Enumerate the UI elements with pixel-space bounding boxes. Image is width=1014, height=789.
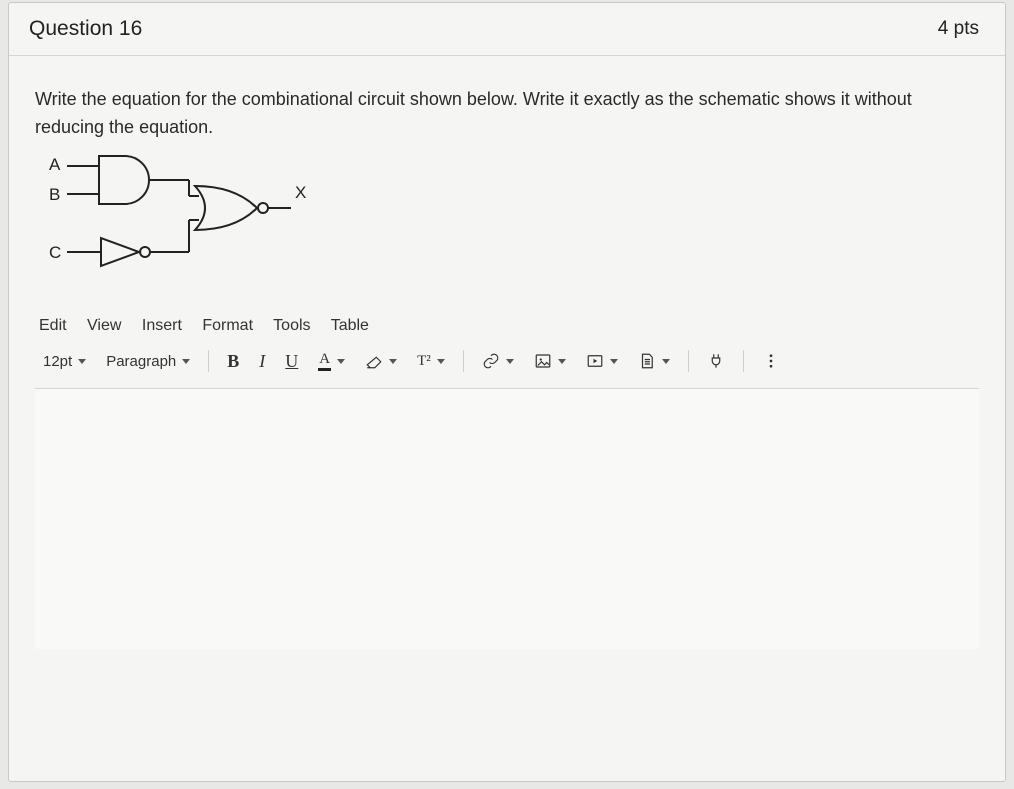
apps-button[interactable] [703, 350, 729, 372]
label-c: C [49, 243, 61, 262]
label-b: B [49, 185, 60, 204]
circuit-diagram: A B C [39, 150, 979, 285]
chevron-down-icon [78, 359, 86, 364]
media-button[interactable] [582, 350, 622, 372]
toolbar-separator [743, 350, 744, 372]
text-color-button[interactable]: A [314, 349, 349, 373]
prompt-line-2: reducing the equation. [35, 117, 213, 137]
chevron-down-icon [337, 359, 345, 364]
prompt-line-1: Write the equation for the combinational… [35, 89, 912, 109]
media-icon [586, 352, 604, 370]
bold-button[interactable]: B [223, 349, 243, 374]
document-button[interactable] [634, 350, 674, 372]
kebab-icon [762, 352, 780, 370]
label-a: A [49, 155, 61, 174]
text-color-label: A [318, 351, 331, 371]
superscript-label: T² [417, 353, 431, 370]
editor-menubar: Edit View Insert Format Tools Table [35, 315, 979, 345]
menu-edit[interactable]: Edit [39, 317, 67, 334]
question-points: 4 pts [938, 18, 979, 40]
chevron-down-icon [389, 359, 397, 364]
menu-format[interactable]: Format [202, 317, 253, 334]
image-button[interactable] [530, 350, 570, 372]
question-header: Question 16 4 pts [9, 3, 1005, 56]
image-icon [534, 352, 552, 370]
question-title: Question 16 [29, 17, 142, 41]
question-card: Question 16 4 pts Write the equation for… [8, 2, 1006, 782]
menu-table[interactable]: Table [331, 317, 369, 334]
more-button[interactable] [758, 350, 784, 372]
highlighter-icon [365, 352, 383, 370]
menu-tools[interactable]: Tools [273, 317, 310, 334]
block-format-label: Paragraph [106, 353, 176, 370]
block-format-select[interactable]: Paragraph [102, 351, 194, 372]
link-button[interactable] [478, 350, 518, 372]
superscript-button[interactable]: T² [413, 351, 449, 372]
menu-view[interactable]: View [87, 317, 121, 334]
editor-toolbar: 12pt Paragraph B I U A T² [35, 345, 979, 389]
toolbar-separator [463, 350, 464, 372]
chevron-down-icon [506, 359, 514, 364]
italic-button[interactable]: I [255, 349, 269, 374]
font-size-label: 12pt [43, 353, 72, 370]
menu-insert[interactable]: Insert [142, 317, 182, 334]
link-icon [482, 352, 500, 370]
underline-button[interactable]: U [281, 349, 302, 374]
question-body: Write the equation for the combinational… [9, 56, 1005, 659]
chevron-down-icon [437, 359, 445, 364]
highlight-color-button[interactable] [361, 350, 401, 372]
toolbar-separator [688, 350, 689, 372]
chevron-down-icon [182, 359, 190, 364]
chevron-down-icon [610, 359, 618, 364]
label-x: X [295, 183, 306, 202]
document-icon [638, 352, 656, 370]
font-size-select[interactable]: 12pt [39, 351, 90, 372]
chevron-down-icon [558, 359, 566, 364]
toolbar-separator [208, 350, 209, 372]
question-prompt: Write the equation for the combinational… [35, 86, 979, 142]
chevron-down-icon [662, 359, 670, 364]
editor-textarea[interactable] [35, 389, 979, 649]
plug-icon [707, 352, 725, 370]
